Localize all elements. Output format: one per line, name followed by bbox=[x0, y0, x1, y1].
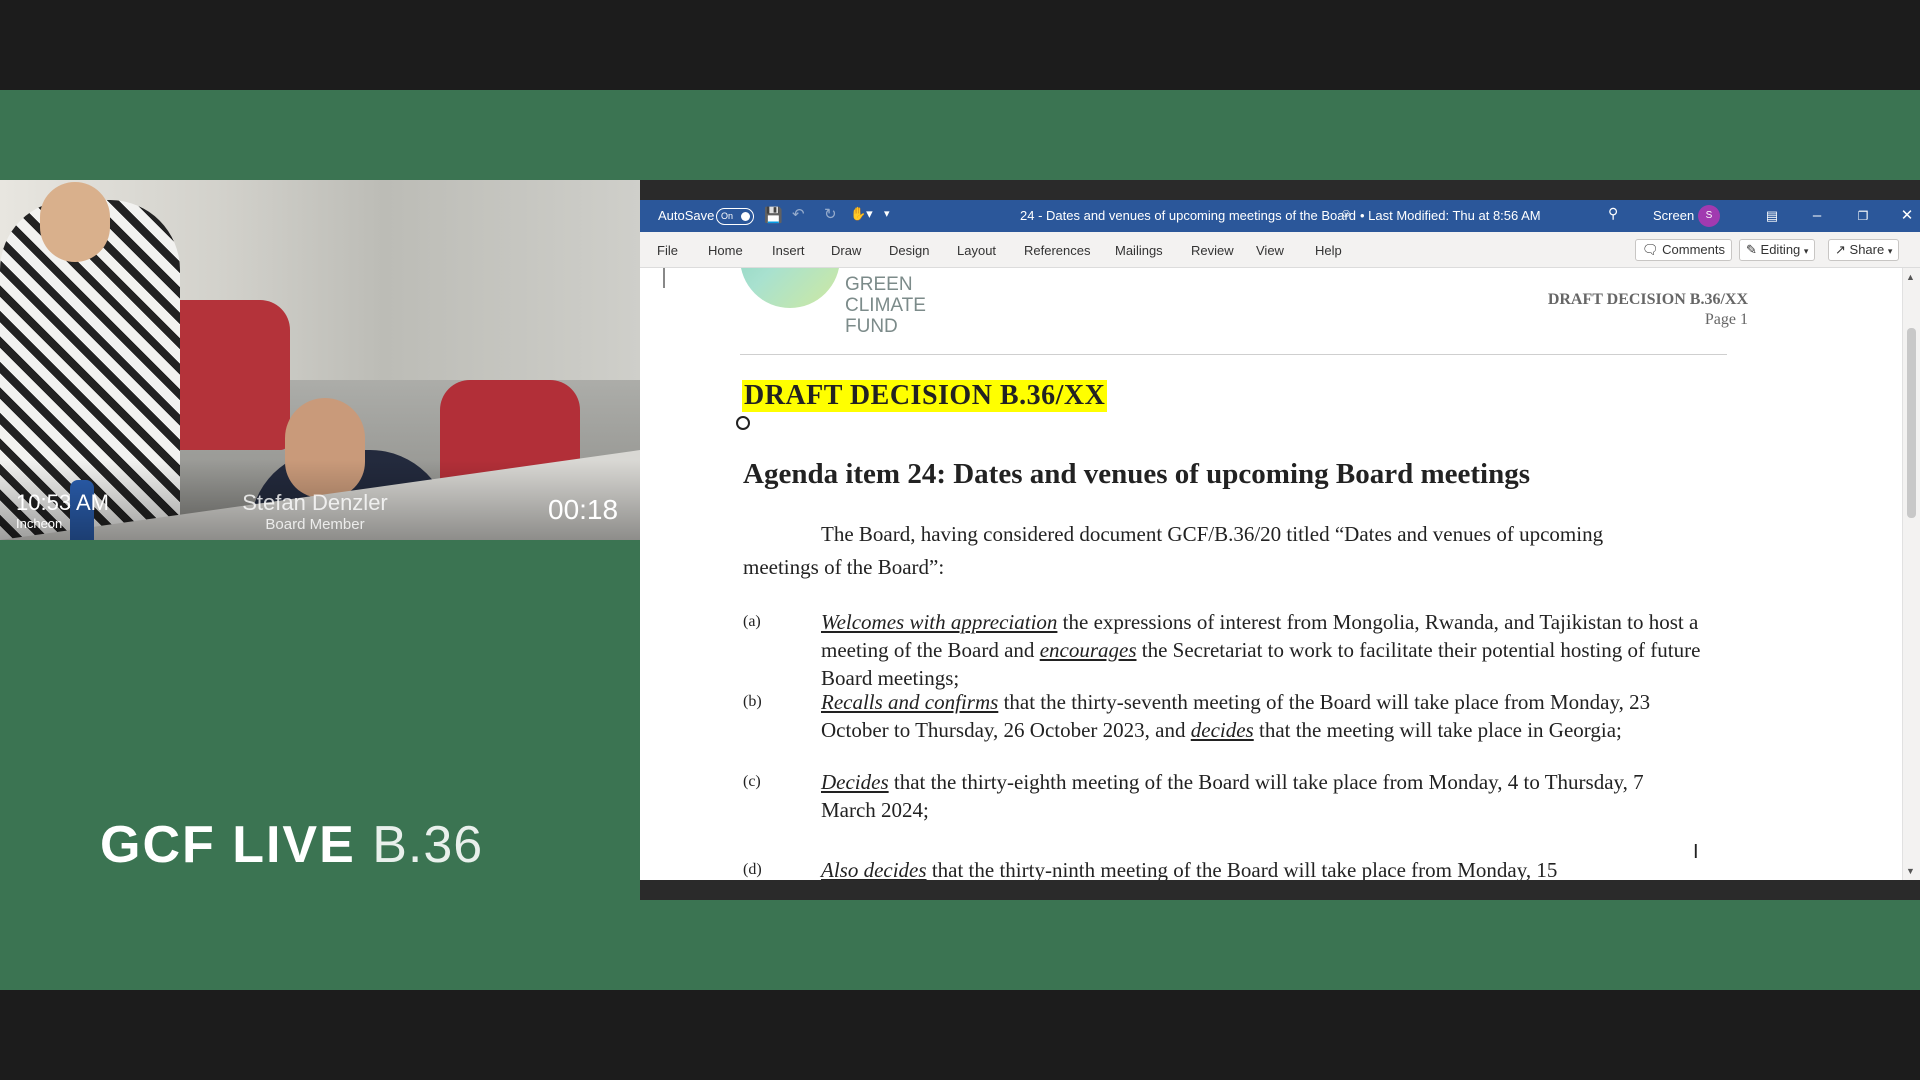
gcf-live-brand: GCF LIVE B.36 bbox=[100, 815, 483, 875]
autosave-toggle[interactable]: On bbox=[716, 208, 754, 225]
customize-icon[interactable]: ▾ bbox=[884, 207, 890, 220]
header-title: DRAFT DECISION B.36/XX bbox=[1547, 291, 1748, 308]
tab-help[interactable]: Help bbox=[1315, 243, 1342, 258]
video-person-left-head bbox=[40, 182, 110, 262]
tab-references[interactable]: References bbox=[1024, 243, 1090, 258]
search-icon[interactable]: ⚲ bbox=[1608, 205, 1618, 222]
ribbon-display-icon[interactable]: ▤ bbox=[1757, 205, 1787, 227]
word-window: AutoSave On 💾 ↶ ↻ ✋▾ ▾ 24 - Dates and ve… bbox=[640, 180, 1920, 900]
autosave-label: AutoSave bbox=[658, 208, 715, 223]
tab-mailings[interactable]: Mailings bbox=[1115, 243, 1163, 258]
list-item[interactable]: (b) Recalls and confirms that the thirty… bbox=[743, 688, 1703, 744]
screen-label: Screen bbox=[1653, 208, 1695, 223]
share-label: Share bbox=[1849, 242, 1885, 257]
vertical-scrollbar[interactable]: ▲ ▼ bbox=[1902, 268, 1920, 880]
save-icon[interactable]: 💾 bbox=[764, 206, 783, 224]
share-icon: ↗ bbox=[1835, 242, 1846, 257]
letterbox-top bbox=[0, 0, 1920, 90]
chevron-down-icon: ▾ bbox=[1803, 246, 1809, 256]
operative-verb: decides bbox=[1190, 718, 1254, 742]
restore-icon[interactable]: ❐ bbox=[1848, 205, 1878, 227]
tab-insert[interactable]: Insert bbox=[772, 243, 805, 258]
item-label: (d) bbox=[743, 861, 762, 878]
operative-verb: encourages bbox=[1039, 638, 1137, 662]
video-location: Incheon bbox=[16, 516, 63, 531]
item-label: (c) bbox=[743, 773, 761, 790]
item-body: that the thirty-eighth meeting of the Bo… bbox=[821, 770, 1644, 822]
gcf-logo-icon bbox=[740, 268, 840, 308]
item-text: Also decides that the thirty-ninth meeti… bbox=[821, 856, 1703, 880]
editing-label: Editing bbox=[1760, 242, 1801, 257]
touch-mode-icon[interactable]: ✋▾ bbox=[850, 206, 873, 222]
logo-line: CLIMATE bbox=[845, 295, 926, 316]
video-time: 10:53 AM bbox=[16, 490, 109, 515]
speaker-role: Board Member bbox=[265, 516, 365, 533]
toggle-knob bbox=[741, 212, 750, 221]
pencil-icon: ✎ bbox=[1746, 242, 1757, 257]
scroll-down-icon[interactable]: ▼ bbox=[1906, 866, 1915, 876]
operative-verb: Welcomes with appreciation bbox=[821, 610, 1058, 634]
logo-line: FUND bbox=[845, 316, 898, 337]
tab-file[interactable]: File bbox=[657, 243, 678, 258]
editing-mode-button[interactable]: ✎ Editing ▾ bbox=[1739, 239, 1816, 261]
person-icon: ☺ bbox=[1340, 206, 1353, 220]
redo-icon[interactable]: ↻ bbox=[824, 205, 837, 223]
minimize-icon[interactable]: – bbox=[1802, 205, 1832, 227]
header-page-number: Page 1 bbox=[1704, 311, 1748, 328]
tab-home[interactable]: Home bbox=[708, 243, 743, 258]
title-bar: AutoSave On 💾 ↶ ↻ ✋▾ ▾ 24 - Dates and ve… bbox=[640, 200, 1920, 232]
comments-label: Comments bbox=[1662, 242, 1725, 257]
list-item[interactable]: (c) Decides that the thirty-eighth meeti… bbox=[743, 768, 1703, 824]
operative-verb: Decides bbox=[821, 770, 889, 794]
ribbon-tabs: File Home Insert Draw Design Layout Refe… bbox=[640, 232, 1920, 268]
scroll-up-icon[interactable]: ▲ bbox=[1906, 272, 1915, 282]
brand-bold: GCF LIVE bbox=[100, 816, 356, 874]
item-text: Recalls and confirms that the thirty-sev… bbox=[821, 688, 1703, 744]
margin-marker bbox=[663, 268, 665, 288]
tab-design[interactable]: Design bbox=[889, 243, 929, 258]
document-title[interactable]: 24 - Dates and venues of upcoming meetin… bbox=[1020, 208, 1356, 223]
page-header: DRAFT DECISION B.36/XX Page 1 bbox=[1548, 290, 1748, 330]
agenda-heading[interactable]: Agenda item 24: Dates and venues of upco… bbox=[743, 458, 1530, 491]
autosave-state: On bbox=[721, 211, 734, 221]
item-body: that the thirty-ninth meeting of the Boa… bbox=[926, 858, 1558, 880]
tab-view[interactable]: View bbox=[1256, 243, 1284, 258]
gcf-logo-text: GREEN CLIMATE FUND bbox=[845, 274, 926, 337]
item-label: (b) bbox=[743, 693, 762, 710]
last-modified[interactable]: • Last Modified: Thu at 8:56 AM bbox=[1360, 208, 1541, 223]
text-cursor-icon: I bbox=[1693, 841, 1699, 863]
speaking-timer: 00:18 bbox=[548, 494, 619, 525]
item-text: Welcomes with appreciation the expressio… bbox=[821, 608, 1703, 692]
document-page[interactable]: GREEN CLIMATE FUND DRAFT DECISION B.36/X… bbox=[640, 268, 1920, 880]
comments-button[interactable]: 🗨 Comments bbox=[1635, 239, 1732, 261]
scroll-thumb[interactable] bbox=[1907, 328, 1916, 518]
header-rule bbox=[740, 354, 1727, 355]
item-body: that the meeting will take place in Geor… bbox=[1253, 718, 1622, 742]
operative-verb: Recalls and confirms bbox=[821, 690, 999, 714]
item-label: (a) bbox=[743, 613, 761, 630]
undo-icon[interactable]: ↶ bbox=[792, 205, 805, 223]
tab-layout[interactable]: Layout bbox=[957, 243, 996, 258]
speaker-name: Stefan Denzler bbox=[242, 490, 388, 515]
close-icon[interactable]: ✕ bbox=[1892, 205, 1920, 227]
logo-line: GREEN bbox=[845, 274, 913, 295]
object-anchor-icon[interactable] bbox=[736, 416, 750, 430]
comment-icon: 🗨 bbox=[1642, 242, 1659, 257]
share-button[interactable]: ↗ Share ▾ bbox=[1828, 239, 1900, 261]
tab-draw[interactable]: Draw bbox=[831, 243, 861, 258]
operative-verb: Also decides bbox=[821, 858, 927, 880]
brand-session: B.36 bbox=[372, 816, 484, 874]
tab-review[interactable]: Review bbox=[1191, 243, 1234, 258]
list-item[interactable]: (a) Welcomes with appreciation the expre… bbox=[743, 608, 1703, 692]
speaker-video: 10:53 AM Incheon Stefan Denzler Board Me… bbox=[0, 180, 640, 540]
chevron-down-icon: ▾ bbox=[1887, 246, 1893, 256]
avatar[interactable]: S bbox=[1698, 205, 1720, 227]
intro-paragraph[interactable]: The Board, having considered document GC… bbox=[743, 518, 1683, 584]
item-text: Decides that the thirty-eighth meeting o… bbox=[821, 768, 1703, 824]
letterbox-bottom bbox=[0, 990, 1920, 1080]
list-item[interactable]: (d) Also decides that the thirty-ninth m… bbox=[743, 856, 1703, 880]
draft-title[interactable]: DRAFT DECISION B.36/XX bbox=[742, 380, 1108, 412]
